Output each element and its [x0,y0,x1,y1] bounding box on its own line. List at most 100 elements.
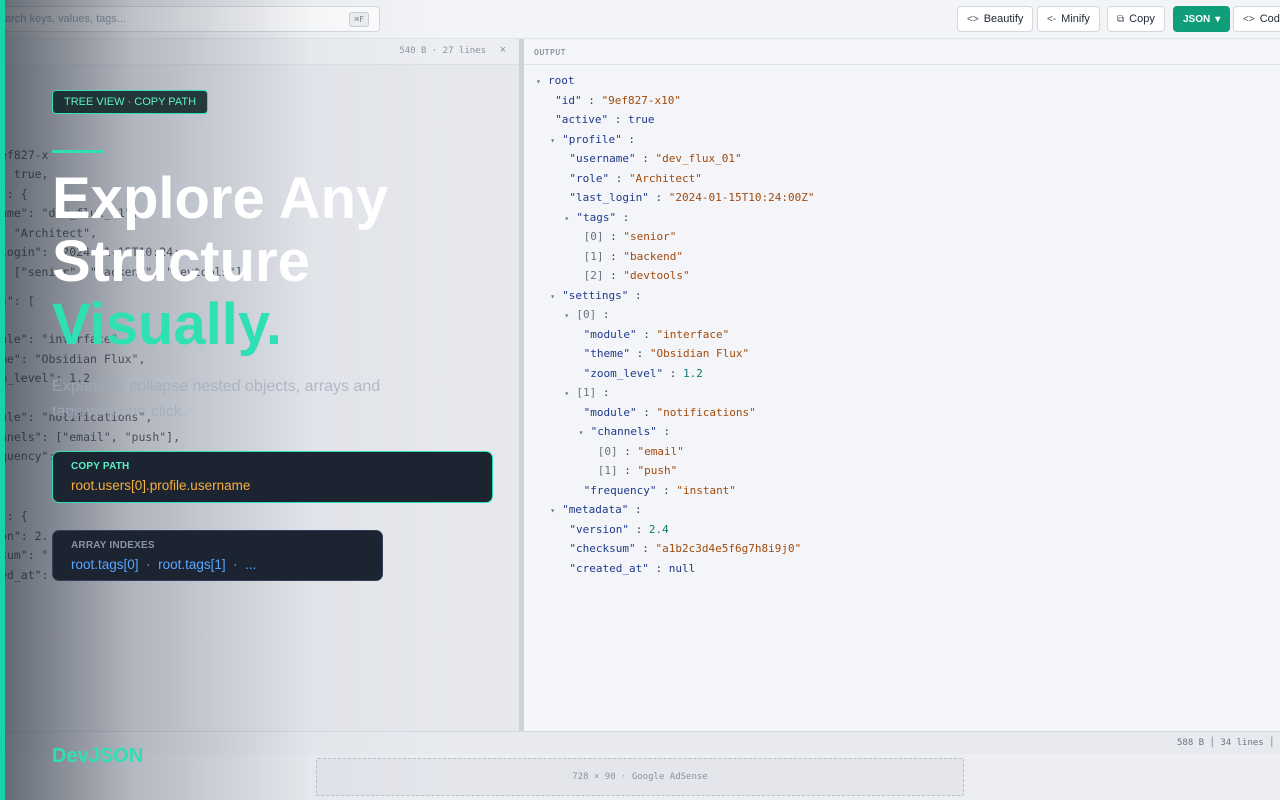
tree-colon: : [628,288,642,302]
tree-node-row: "zoom_level" : 1.2 [584,367,703,381]
copy-icon: ⧉ [1117,13,1125,25]
tree-colon: : [663,366,683,380]
tree-node-row: [0] : "email" [598,445,684,459]
code-button[interactable]: <> Code [1233,6,1280,32]
close-icon[interactable]: × [500,44,506,56]
tree-colon: : [648,191,669,204]
tree-node-row: "role" : "Architect" [569,172,701,186]
collapse-toggle-icon[interactable]: ▾ [550,290,556,304]
tree-node-row[interactable]: ▾ [0] : [564,308,609,322]
copy-label: Copy [1129,13,1155,25]
tree-colon: : [608,113,629,126]
tree-colon: : [635,542,656,555]
output-header: OUTPUT [524,39,1280,65]
tree-value: "2024-01-15T10:24:00Z" [668,191,815,204]
tree-node-row[interactable]: ▾ "channels" : [579,425,670,439]
tree-value: "dev_flux_01" [655,152,742,165]
minify-button[interactable]: <- Minify [1037,6,1100,32]
tree-index: [2] [583,269,604,282]
editor-header: 540 B · 27 lines × [0,39,520,65]
tree-colon: : [656,425,671,438]
tree-colon: : [617,444,638,458]
code-label: Code [1259,13,1280,25]
tree-key: "metadata" [562,503,629,516]
tree-index: [0] [576,308,597,321]
tree-colon: : [629,347,650,360]
array-index-path-2: root.tags[1] [158,557,226,572]
hero-badge: TREE VIEW · COPY PATH [52,90,209,114]
minify-icon: <- [1047,13,1057,25]
tree-colon: : [603,269,624,282]
search-input[interactable]: arch keys, values, tags... ⌘F [0,6,380,32]
copy-path-value: root.users[0].profile.username [71,478,251,493]
copy-button[interactable]: ⧉ Copy [1107,6,1165,32]
tree-node-row[interactable]: ▾ [1] : [564,386,609,400]
tree-node-row[interactable]: ▾ "profile" : [550,133,635,147]
hero-accent-rule [52,150,103,153]
code-brackets-icon: <> [1243,13,1255,25]
tree-colon: : [616,210,630,224]
tree-value: "9ef827-x10" [601,93,682,107]
tree-value: "devtools" [623,269,690,282]
tree-key: "last_login" [569,191,649,204]
tree-value: true [628,113,655,126]
top-toolbar: arch keys, values, tags... ⌘F <> Beautif… [0,0,1280,39]
collapse-toggle-icon[interactable]: ▾ [564,212,570,226]
tree-value: "interface" [656,327,730,341]
tree-value: "Obsidian Flux" [649,347,750,360]
collapse-toggle-icon[interactable]: ▾ [550,134,556,148]
hero-title-line-2: Structure [52,229,310,294]
collapse-toggle-icon[interactable]: ▾ [536,75,542,89]
tree-node-row: "module" : "interface" [584,328,730,342]
status-info: 588 B │ 34 lines │ L [1177,738,1280,748]
collapse-toggle-icon[interactable]: ▾ [579,426,585,440]
array-indexes-card: ARRAY INDEXES root.tags[0] · root.tags[1… [52,530,383,581]
editor-code-line: ef827-x [0,148,49,162]
tree-value: null [668,561,696,575]
tree-colon: : [656,483,677,497]
search-shortcut-badge: ⌘F [349,12,369,27]
tree-key: "tags" [576,210,617,224]
tree-colon: : [628,503,642,516]
tree-node-row: "active" : true [555,113,654,127]
array-indexes-value: root.tags[0] · root.tags[1] · ... [71,557,256,572]
tree-index: [1] [583,249,604,263]
tree-node-row[interactable]: ▾ root [536,74,575,88]
tree-value: "instant" [676,483,736,497]
tree-key: "profile" [562,132,622,146]
tree-node-row[interactable]: ▾ "settings" : [550,289,641,303]
code-brackets-icon: <> [967,13,979,25]
tree-value: "push" [637,464,678,477]
tree-colon: : [596,386,610,399]
tree-colon: : [621,132,636,146]
tree-key: "channels" [590,425,657,438]
tree-key: "checksum" [569,542,636,555]
tree-value: "a1b2c3d4e5f6g7h8i9j0" [655,542,802,555]
beautify-button[interactable]: <> Beautify [957,6,1034,32]
tree-value: 2.4 [648,522,669,536]
array-index-path-1: root.tags[0] [71,557,139,572]
tree-node-row[interactable]: ▾ "tags" : [564,211,629,225]
tree-index: [1] [597,464,618,477]
collapse-toggle-icon[interactable]: ▾ [564,309,570,323]
tree-node-row: "created_at" : null [569,562,695,576]
tree-value: "email" [637,444,684,458]
tree-node-row[interactable]: ▾ "metadata" : [550,503,641,517]
tree-key: "id" [555,93,582,107]
hero-subtitle: Expand or collapse nested objects, array… [52,378,381,420]
tree-index: [1] [576,386,597,399]
tree-index: [0] [583,230,604,243]
chevron-down-icon: ▾ [1215,13,1221,25]
accent-stripe [0,0,5,800]
output-panel: OUTPUT ▾ root "id" : "9ef827-x10" "active" … [524,39,1280,731]
collapse-toggle-icon[interactable]: ▾ [550,504,556,518]
search-placeholder: arch keys, values, tags... [5,13,127,25]
tree-value: 1.2 [682,366,703,380]
ad-slot[interactable]: 728 × 90 · Google AdSense [316,758,964,796]
tree-colon: : [596,308,610,321]
collapse-toggle-icon[interactable]: ▾ [564,387,570,401]
tree-colon: : [617,464,638,477]
tree-colon: : [603,249,624,263]
tree-node-row: "module" : "notifications" [584,406,756,420]
format-select-json[interactable]: JSON ▾ [1173,6,1231,32]
